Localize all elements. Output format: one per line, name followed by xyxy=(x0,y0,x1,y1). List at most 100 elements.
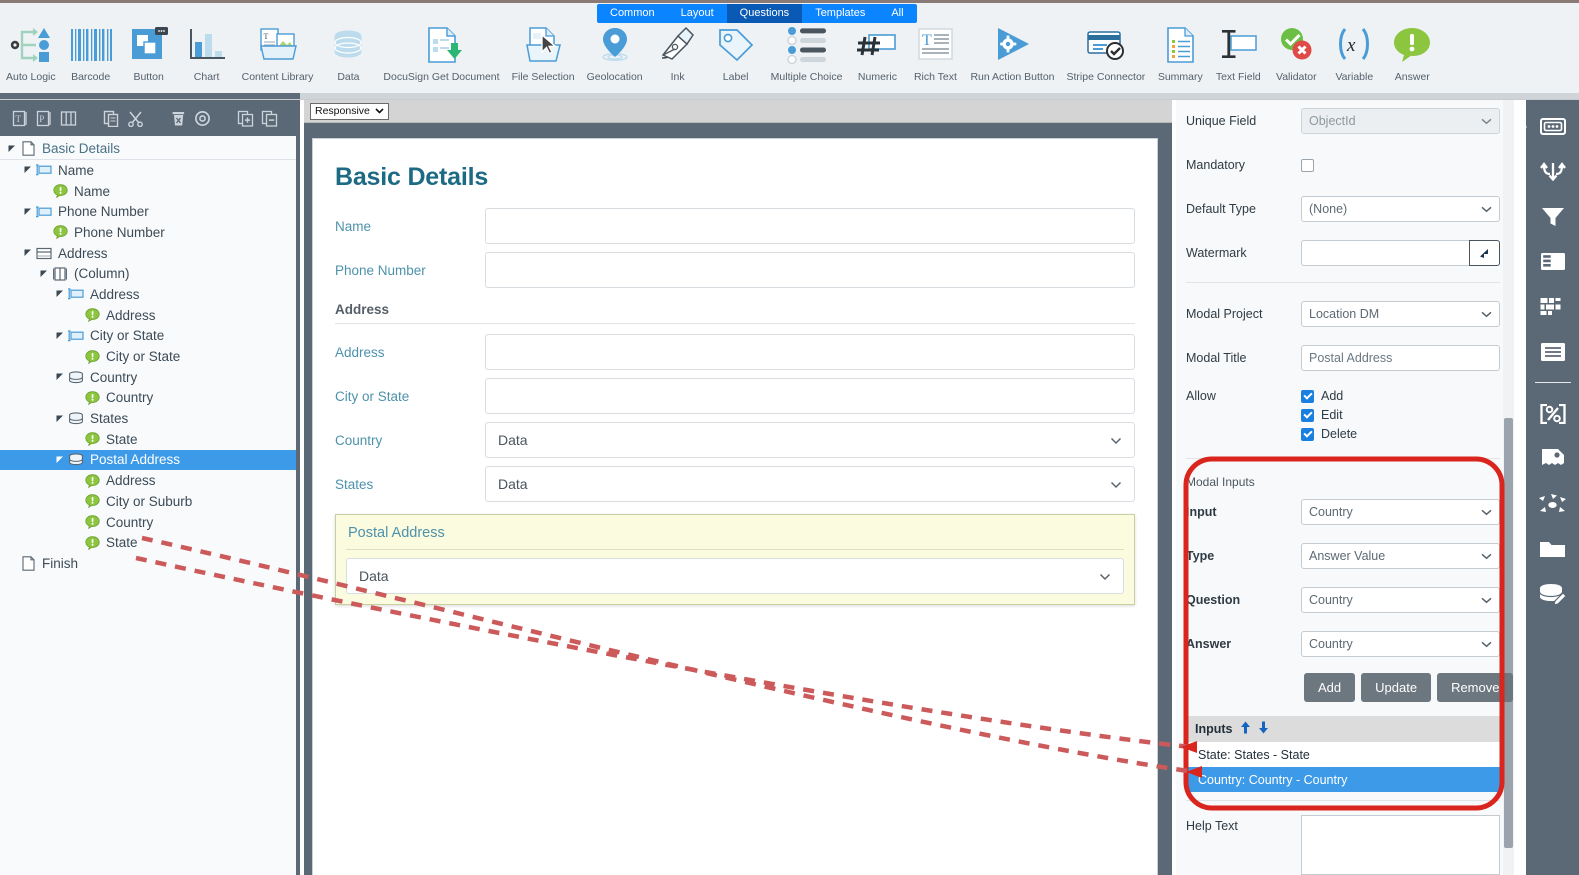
expander-collapse-icon[interactable] xyxy=(22,249,34,257)
form-icon[interactable] xyxy=(1534,110,1572,143)
expander-collapse-icon[interactable] xyxy=(54,456,66,464)
ribbon-item-auto-logic[interactable]: Auto Logic xyxy=(0,22,62,83)
logic-flow-icon[interactable] xyxy=(1534,155,1572,188)
ribbon-item-button[interactable]: Button xyxy=(120,22,178,83)
ribbon-item-run-action-button[interactable]: Run Action Button xyxy=(964,22,1060,83)
tree-node-address[interactable]: Address xyxy=(0,470,296,491)
modal-title-input[interactable]: Postal Address xyxy=(1301,345,1500,371)
tree-node-country[interactable]: Country xyxy=(0,367,296,388)
tree-node-states[interactable]: States xyxy=(0,408,296,429)
ribbon-item-rich-text[interactable]: T Rich Text xyxy=(906,22,964,83)
move-up-icon[interactable] xyxy=(1240,721,1251,737)
tree-node-finish[interactable]: Finish xyxy=(0,553,296,574)
inputs-list-item[interactable]: Country: Country - Country xyxy=(1186,767,1500,792)
tree-node-city-or-state[interactable]: City or State xyxy=(0,346,296,367)
page-structure-tree[interactable]: Basic Details Name Name Phone Number Phone N… xyxy=(0,136,296,875)
watermark-input[interactable] xyxy=(1301,240,1469,266)
ribbon-tab-templates[interactable]: Templates xyxy=(802,4,879,23)
columns-icon[interactable] xyxy=(58,108,79,129)
expander-collapse-icon[interactable] xyxy=(54,332,66,340)
form-field-select[interactable]: Data xyxy=(485,422,1135,458)
text-page-icon[interactable]: T xyxy=(10,108,31,129)
ribbon-tab-questions[interactable]: Questions xyxy=(726,4,803,23)
default-type-select[interactable]: (None) xyxy=(1301,196,1500,222)
clock-icon[interactable] xyxy=(192,108,213,129)
tree-node-column[interactable]: (Column) xyxy=(0,263,296,284)
expander-collapse-icon[interactable] xyxy=(22,208,34,216)
allow-delete-checkbox[interactable] xyxy=(1301,427,1314,441)
ribbon-item-multiple-choice[interactable]: Multiple Choice xyxy=(765,22,849,83)
ribbon-tab-common[interactable]: Common xyxy=(597,4,668,23)
tree-node-city-or-state[interactable]: City or State xyxy=(0,326,296,347)
answer-select[interactable]: Country xyxy=(1301,631,1500,657)
remove-button[interactable]: Remove xyxy=(1437,673,1514,702)
ribbon-item-numeric[interactable]: Numeric xyxy=(848,22,906,83)
tree-node-phone-number[interactable]: Phone Number xyxy=(0,201,296,222)
tree-node-postal-address[interactable]: Postal Address xyxy=(0,449,296,471)
input-select[interactable]: Country xyxy=(1301,499,1500,525)
ribbon-item-ink[interactable]: Ink xyxy=(649,22,707,83)
add-button[interactable]: Add xyxy=(1304,673,1356,702)
allow-edit-checkbox[interactable] xyxy=(1301,408,1314,422)
tree-node-address[interactable]: Address xyxy=(0,284,296,305)
tree-node-city-or-suburb[interactable]: City or Suburb xyxy=(0,491,296,512)
expander-collapse-icon[interactable] xyxy=(54,373,66,381)
ribbon-item-geolocation[interactable]: Geolocation xyxy=(581,22,649,83)
tree-node-name[interactable]: Name xyxy=(0,160,296,181)
inputs-list[interactable]: State: States - State Country: Country - … xyxy=(1186,742,1500,792)
tree-node-address[interactable]: Address xyxy=(0,305,296,326)
expand-all-icon[interactable] xyxy=(235,108,256,129)
update-button[interactable]: Update xyxy=(1361,673,1432,702)
form-field-input[interactable] xyxy=(485,378,1135,414)
expander-collapse-icon[interactable] xyxy=(22,166,34,174)
folder-icon[interactable] xyxy=(1534,532,1572,565)
filter-icon[interactable] xyxy=(1534,200,1572,233)
postal-address-widget[interactable]: Postal Address Data xyxy=(335,514,1135,605)
type-select[interactable]: Answer Value xyxy=(1301,543,1500,569)
tree-node-country[interactable]: Country xyxy=(0,512,296,533)
form-field-input[interactable] xyxy=(485,334,1135,370)
document-lines-icon[interactable] xyxy=(1534,335,1572,368)
ribbon-horizontal-scrollbar[interactable] xyxy=(0,93,1579,99)
tree-node-basic-details[interactable]: Basic Details xyxy=(0,138,296,160)
percent-brackets-icon[interactable] xyxy=(1534,397,1572,430)
ribbon-scrollbar-thumb[interactable] xyxy=(0,93,300,99)
ribbon-item-docusign-get-document[interactable]: DocuSign Get Document xyxy=(377,22,505,83)
help-text-textarea[interactable] xyxy=(1301,815,1500,875)
ribbon-item-content-library[interactable]: T Content Library xyxy=(236,22,320,83)
allow-add-checkbox[interactable] xyxy=(1301,389,1314,403)
collapse-all-icon[interactable] xyxy=(259,108,280,129)
ribbon-tab-all[interactable]: All xyxy=(878,4,917,23)
form-field-select[interactable]: Data xyxy=(485,466,1135,502)
expander-collapse-icon[interactable] xyxy=(6,145,18,153)
ribbon-item-stripe-connector[interactable]: Stripe Connector xyxy=(1061,22,1152,83)
inputs-list-item[interactable]: State: States - State xyxy=(1186,742,1500,767)
expander-collapse-icon[interactable] xyxy=(54,290,66,298)
form-field-input[interactable] xyxy=(485,208,1135,244)
postal-address-select[interactable]: Data xyxy=(346,558,1124,594)
question-select[interactable]: Country xyxy=(1301,587,1500,613)
ribbon-item-barcode[interactable]: Barcode xyxy=(62,22,120,83)
watermark-expression-button[interactable] xyxy=(1469,240,1500,266)
modal-project-select[interactable]: Location DM xyxy=(1301,301,1500,327)
ribbon-item-text-field[interactable]: Text Field xyxy=(1209,22,1267,83)
database-edit-icon[interactable] xyxy=(1534,577,1572,610)
ribbon-item-label[interactable]: Label xyxy=(707,22,765,83)
mandatory-checkbox[interactable] xyxy=(1301,158,1314,172)
ribbon-item-chart[interactable]: Chart xyxy=(178,22,236,83)
ribbon-item-file-selection[interactable]: File Selection xyxy=(506,22,581,83)
expander-collapse-icon[interactable] xyxy=(54,415,66,423)
tree-node-state[interactable]: State xyxy=(0,532,296,553)
pdf-page-icon[interactable]: P xyxy=(34,108,55,129)
form-field-input[interactable] xyxy=(485,252,1135,288)
layout-panel-icon[interactable] xyxy=(1534,245,1572,278)
grid-blocks-icon[interactable] xyxy=(1534,290,1572,323)
tree-node-address[interactable]: Address xyxy=(0,243,296,264)
ribbon-item-validator[interactable]: Validator xyxy=(1267,22,1325,83)
cut-icon[interactable] xyxy=(125,108,146,129)
delete-icon[interactable] xyxy=(168,108,189,129)
tree-node-phone-number[interactable]: Phone Number xyxy=(0,222,296,243)
ribbon-item-answer[interactable]: Answer xyxy=(1383,22,1441,83)
copy-icon[interactable] xyxy=(101,108,122,129)
scatter-connect-icon[interactable] xyxy=(1534,487,1572,520)
